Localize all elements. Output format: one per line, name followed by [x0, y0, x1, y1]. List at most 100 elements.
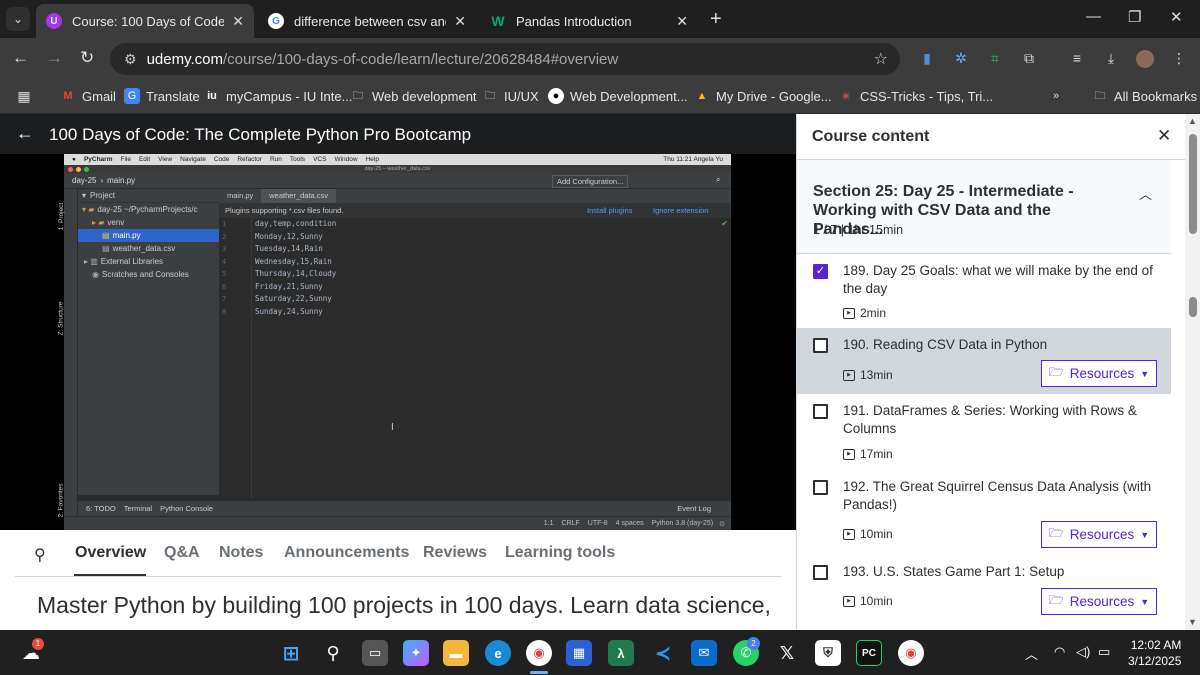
store-icon[interactable]: ▦ [566, 640, 592, 666]
minimize-icon[interactable]: — [1086, 8, 1101, 25]
security-shield-icon[interactable]: ⛨ [815, 640, 841, 666]
bookmark-mycampus[interactable]: iu myCampus - IU Inte... [204, 88, 352, 104]
resources-button[interactable]: 🗁 Resources ▼ [1041, 360, 1157, 387]
bookmark-folder-iu-ux[interactable]: 🗀 IU/UX [482, 88, 539, 104]
new-tab-button[interactable]: + [710, 8, 722, 31]
address-bar[interactable]: ⚙ udemy.com/course/100-days-of-code/lear… [110, 43, 900, 75]
lecture-checkbox[interactable] [813, 338, 828, 353]
lecture-item[interactable]: ✓ 189. Day 25 Goals: what we will make b… [797, 254, 1171, 328]
lecture-tabs: ⚲ Overview Q&A Notes Announcements Revie… [0, 530, 796, 578]
profile-avatar[interactable] [1136, 50, 1154, 68]
browser-menu-icon[interactable]: ⋮ [1170, 50, 1188, 68]
lecture-item-current[interactable]: 190. Reading CSV Data in Python ▶ 13min 🗁… [797, 328, 1171, 394]
restore-icon[interactable]: ❐ [1128, 8, 1141, 26]
copilot-icon[interactable]: ✦ [403, 640, 429, 666]
csv-contents: day,temp,condition Monday,12,Sunny Tuesd… [255, 219, 337, 316]
tree-item: ▤ main.py [78, 229, 219, 242]
chevron-up-icon[interactable]: ︿ [1139, 184, 1152, 203]
search-icon[interactable]: ⚲ [320, 640, 346, 666]
bookmark-translate[interactable]: G Translate [124, 88, 200, 104]
page-scrollbar[interactable] [1186, 114, 1200, 630]
video-icon: ▶ [843, 595, 855, 607]
apps-grid-icon[interactable]: ▦ [16, 88, 38, 104]
lock-icon: ⊙ [719, 520, 725, 528]
wifi-icon[interactable]: ◠ [1054, 644, 1065, 660]
back-icon[interactable]: ← [12, 48, 29, 68]
chrome-icon[interactable]: ◉ [526, 640, 552, 666]
download-icon[interactable]: ⤓ [1102, 50, 1120, 68]
bookmarks-overflow-icon[interactable]: » [1048, 88, 1070, 104]
tab-pandas-intro[interactable]: W Pandas Introduction ✕ [480, 4, 698, 38]
tab-reviews[interactable]: Reviews [423, 544, 487, 562]
app-lambda-icon[interactable]: λ [608, 640, 634, 666]
page-scrollbar-thumb[interactable] [1189, 134, 1197, 234]
tab-google-search[interactable]: G difference between csv and txt ✕ [258, 4, 476, 38]
close-tab-icon[interactable]: ✕ [232, 13, 244, 30]
tab-overview[interactable]: Overview [75, 544, 146, 562]
video-player[interactable]: ● PyCharm File Edit View Navigate Code R… [0, 154, 796, 530]
x-twitter-icon[interactable]: 𝕏 [774, 640, 800, 666]
battery-icon[interactable]: ▭ [1098, 644, 1110, 660]
bookmark-web-development-course[interactable]: ● Web Development... [548, 88, 688, 104]
bookmark-css-tricks[interactable]: ✳ CSS-Tricks - Tips, Tri... [838, 88, 993, 104]
tab-qa[interactable]: Q&A [164, 544, 200, 562]
close-window-icon[interactable]: ✕ [1170, 8, 1183, 26]
vscode-icon[interactable]: ≺ [650, 640, 676, 666]
extension-gear-icon[interactable]: ✲ [952, 50, 970, 68]
file-explorer-icon[interactable]: ▬ [443, 640, 469, 666]
resources-button[interactable]: 🗁 Resources ▼ [1041, 588, 1157, 615]
all-bookmarks[interactable]: 🗀 All Bookmarks [1092, 88, 1198, 104]
active-app-indicator [530, 671, 548, 674]
close-icon[interactable]: ✕ [1157, 126, 1171, 146]
browser-toolbar: ← → ↻ ⚙ udemy.com/course/100-days-of-cod… [0, 38, 1200, 80]
w3schools-icon: W [491, 13, 505, 29]
forward-icon[interactable]: → [46, 48, 63, 68]
google-drive-icon: ▲ [696, 90, 708, 102]
folder-open-icon: 🗁 [1048, 365, 1064, 379]
close-tab-icon[interactable]: ✕ [676, 13, 688, 30]
lecture-checkbox[interactable] [813, 480, 828, 495]
tab-udemy-course[interactable]: U Course: 100 Days of Code: The ✕ [36, 4, 254, 38]
lecture-item[interactable]: 192. The Great Squirrel Census Data Anal… [797, 470, 1171, 556]
extensions-puzzle-icon[interactable]: ⧉ [1020, 50, 1038, 68]
media-control-icon[interactable]: ≡ [1068, 50, 1086, 68]
bookmark-my-drive[interactable]: ▲ My Drive - Google... [694, 88, 832, 104]
extension-screenshot-icon[interactable]: ⌗ [986, 50, 1004, 68]
folder-open-icon: 🗁 [1048, 526, 1064, 540]
bookmarks-bar: ▦ M Gmail G Translate iu myCampus - IU Inte… [0, 80, 1200, 114]
udemy-icon: U [46, 13, 62, 29]
lecture-item[interactable]: 191. DataFrames & Series: Working with R… [797, 394, 1171, 468]
back-arrow-icon[interactable]: ← [16, 123, 34, 144]
close-tab-icon[interactable]: ✕ [454, 13, 466, 30]
section-header[interactable]: Section 25: Day 25 - Intermediate - Work… [797, 160, 1171, 254]
task-view-icon[interactable]: ▭ [362, 640, 388, 666]
tab-notes[interactable]: Notes [219, 544, 263, 562]
completed-checkbox[interactable]: ✓ [813, 264, 828, 279]
chevron-down-icon: ▼ [1140, 529, 1150, 540]
tab-learning-tools[interactable]: Learning tools [505, 544, 615, 562]
system-clock[interactable]: 12:02 AM 3/12/2025 [1128, 637, 1181, 669]
lecture-checkbox[interactable] [813, 404, 828, 419]
tab-search-button[interactable]: ⌄ [6, 7, 30, 31]
edge-icon[interactable]: e [485, 640, 511, 666]
tree-item: ▸ ▰ venv [92, 218, 125, 227]
bookmark-star-icon[interactable]: ☆ [874, 49, 888, 69]
site-info-icon[interactable]: ⚙ [124, 51, 137, 68]
outlook-icon[interactable]: ✉ [691, 640, 717, 666]
lecture-item[interactable]: 193. U.S. States Game Part 1: Setup ▶ 10m… [797, 556, 1171, 630]
reload-icon[interactable]: ↻ [80, 48, 94, 68]
pycharm-icon[interactable]: PC [856, 640, 882, 666]
tab-announcements[interactable]: Announcements [284, 544, 409, 562]
lecture-checkbox[interactable] [813, 565, 828, 580]
google-icon: G [268, 13, 284, 29]
chrome-profile-icon[interactable]: ◉ [898, 640, 924, 666]
show-hidden-icons[interactable]: ︿ [1025, 644, 1038, 663]
bookmark-gmail[interactable]: M Gmail [60, 88, 116, 104]
resources-button[interactable]: 🗁 Resources ▼ [1041, 521, 1157, 548]
windows-start-icon[interactable]: ⊞ [278, 640, 304, 666]
search-icon[interactable]: ⚲ [34, 545, 46, 565]
volume-icon[interactable]: ◁) [1076, 644, 1090, 660]
tool-window-strip: 1: Project Z: Structure 2: Favorites [57, 189, 78, 530]
bookmark-folder-web-development[interactable]: 🗀 Web development [350, 88, 477, 104]
extension-docs-icon[interactable]: ▮ [918, 50, 936, 68]
